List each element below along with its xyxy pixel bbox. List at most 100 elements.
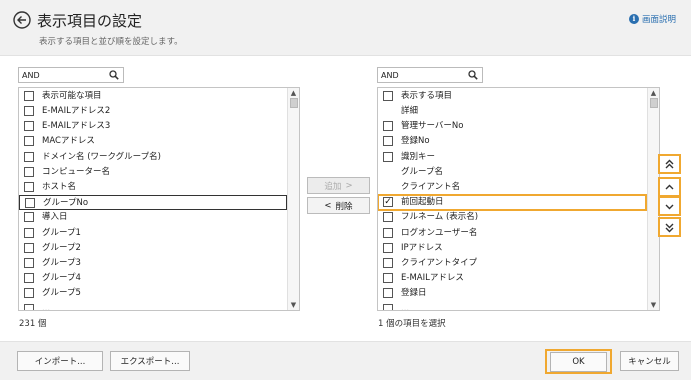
list-item-label: ...	[42, 303, 51, 311]
move-up-button[interactable]	[658, 177, 681, 197]
list-item[interactable]: グループ名	[378, 165, 646, 180]
list-item[interactable]: E-MAILアドレス3	[19, 119, 287, 134]
item-checkbox[interactable]	[383, 258, 393, 268]
import-button[interactable]: インポート...	[17, 351, 103, 371]
remove-button[interactable]: < 削除	[307, 197, 370, 214]
list-item-label: コンピューター名	[42, 166, 111, 177]
list-item[interactable]: 登録日	[378, 286, 646, 301]
item-checkbox[interactable]	[25, 198, 35, 209]
item-checkbox[interactable]	[24, 151, 34, 162]
list-item[interactable]: グループ2	[19, 241, 287, 256]
list-item[interactable]: グループ5	[19, 286, 287, 301]
list-item[interactable]: ドメイン名 (ワークグループ名)	[19, 150, 287, 165]
list-item[interactable]: E-MAILアドレス2	[19, 104, 287, 119]
list-item-label: クライアントタイプ	[401, 258, 478, 268]
scroll-up-icon[interactable]: ▲	[648, 88, 659, 98]
left-scrollbar[interactable]: ▲ ▼	[287, 88, 299, 310]
list-item[interactable]: ...	[378, 302, 646, 310]
ok-button[interactable]: OK	[550, 352, 607, 372]
list-item[interactable]: MACアドレス	[19, 134, 287, 149]
list-item[interactable]: 詳細	[378, 104, 646, 119]
page-title: 表示項目の設定	[37, 12, 143, 30]
scroll-up-icon[interactable]: ▲	[288, 88, 299, 98]
checked-checkbox[interactable]: ✓	[383, 197, 393, 208]
list-item-label: 詳細	[401, 106, 419, 116]
list-item-selected[interactable]: グループNo	[19, 195, 287, 211]
move-down-button[interactable]	[658, 196, 681, 216]
item-checkbox[interactable]	[24, 242, 34, 253]
move-to-bottom-button[interactable]	[658, 217, 681, 237]
list-item-label: IPアドレス	[401, 242, 443, 253]
list-item[interactable]: 識別キー	[378, 150, 646, 165]
right-list-header[interactable]: 表示する項目	[378, 89, 647, 104]
list-item[interactable]: クライアント名	[378, 180, 646, 195]
list-item-checked[interactable]: ✓ 前回起動日	[378, 194, 647, 212]
list-item-label: グループ3	[42, 258, 81, 268]
list-item-label: ドメイン名 (ワークグループ名)	[42, 151, 161, 162]
export-button[interactable]: エクスポート...	[110, 351, 190, 371]
list-item[interactable]: ログオンユーザー名	[378, 226, 646, 241]
list-item-label: グループ4	[42, 273, 81, 284]
right-selection-count: 1 個の項目を選択	[378, 319, 446, 329]
chevron-left-icon: <	[324, 200, 332, 211]
right-search-input[interactable]	[378, 68, 482, 82]
search-icon[interactable]	[468, 70, 478, 80]
help-link[interactable]: i 画面説明	[629, 13, 676, 25]
item-checkbox[interactable]	[24, 212, 34, 223]
ok-button-label: OK	[572, 357, 585, 367]
move-to-top-button[interactable]	[658, 154, 681, 174]
remove-button-label: 削除	[335, 201, 353, 212]
list-item[interactable]: E-MAILアドレス	[378, 271, 646, 286]
list-item[interactable]: IPアドレス	[378, 241, 646, 256]
list-item[interactable]: グループ1	[19, 226, 287, 241]
list-item-label: 登録No	[401, 136, 430, 147]
list-item[interactable]: フルネーム (表示名)	[378, 210, 646, 225]
list-item[interactable]: ...	[19, 302, 287, 311]
list-item-label: グループ名	[401, 166, 443, 177]
item-checkbox[interactable]	[24, 273, 34, 284]
list-item[interactable]: ホスト名	[19, 180, 287, 195]
item-checkbox[interactable]	[24, 106, 34, 116]
left-list-header-label: 表示可能な項目	[42, 91, 102, 101]
search-icon[interactable]	[109, 70, 119, 80]
item-checkbox[interactable]	[24, 121, 34, 132]
item-checkbox[interactable]	[24, 303, 34, 310]
scroll-down-icon[interactable]: ▼	[288, 300, 299, 310]
add-button[interactable]: 追加 >	[307, 177, 370, 194]
item-checkbox[interactable]	[24, 166, 34, 177]
left-search-input[interactable]	[19, 68, 123, 82]
select-all-checkbox[interactable]	[383, 91, 393, 101]
item-checkbox[interactable]	[24, 182, 34, 192]
item-checkbox[interactable]	[383, 303, 393, 310]
list-item[interactable]: 導入日	[19, 210, 287, 225]
list-item[interactable]: 登録No	[378, 134, 646, 149]
item-checkbox[interactable]	[383, 212, 393, 223]
item-checkbox[interactable]	[24, 288, 34, 299]
item-checkbox[interactable]	[383, 136, 393, 147]
list-item[interactable]: 管理サーバーNo	[378, 119, 646, 134]
left-list-header[interactable]: 表示可能な項目	[19, 89, 287, 104]
list-item-label: ホスト名	[42, 182, 77, 192]
cancel-button[interactable]: キャンセル	[620, 351, 679, 371]
scroll-thumb[interactable]	[290, 98, 298, 108]
list-item-label: フルネーム (表示名)	[401, 212, 479, 223]
item-checkbox[interactable]	[383, 121, 393, 132]
select-all-checkbox[interactable]	[24, 91, 34, 101]
item-checkbox[interactable]	[383, 273, 393, 284]
scroll-thumb[interactable]	[650, 98, 658, 108]
cancel-button-label: キャンセル	[628, 357, 671, 367]
item-checkbox[interactable]	[24, 258, 34, 268]
back-arrow-icon[interactable]	[13, 11, 31, 29]
item-checkbox[interactable]	[383, 151, 393, 162]
item-checkbox[interactable]	[383, 227, 393, 238]
item-checkbox[interactable]	[383, 242, 393, 253]
scroll-down-icon[interactable]: ▼	[648, 300, 659, 310]
right-list-header-label: 表示する項目	[401, 91, 453, 101]
list-item[interactable]: コンピューター名	[19, 165, 287, 180]
list-item[interactable]: クライアントタイプ	[378, 256, 646, 271]
list-item[interactable]: グループ4	[19, 271, 287, 286]
item-checkbox[interactable]	[383, 288, 393, 299]
list-item[interactable]: グループ3	[19, 256, 287, 271]
item-checkbox[interactable]	[24, 136, 34, 147]
item-checkbox[interactable]	[24, 227, 34, 238]
